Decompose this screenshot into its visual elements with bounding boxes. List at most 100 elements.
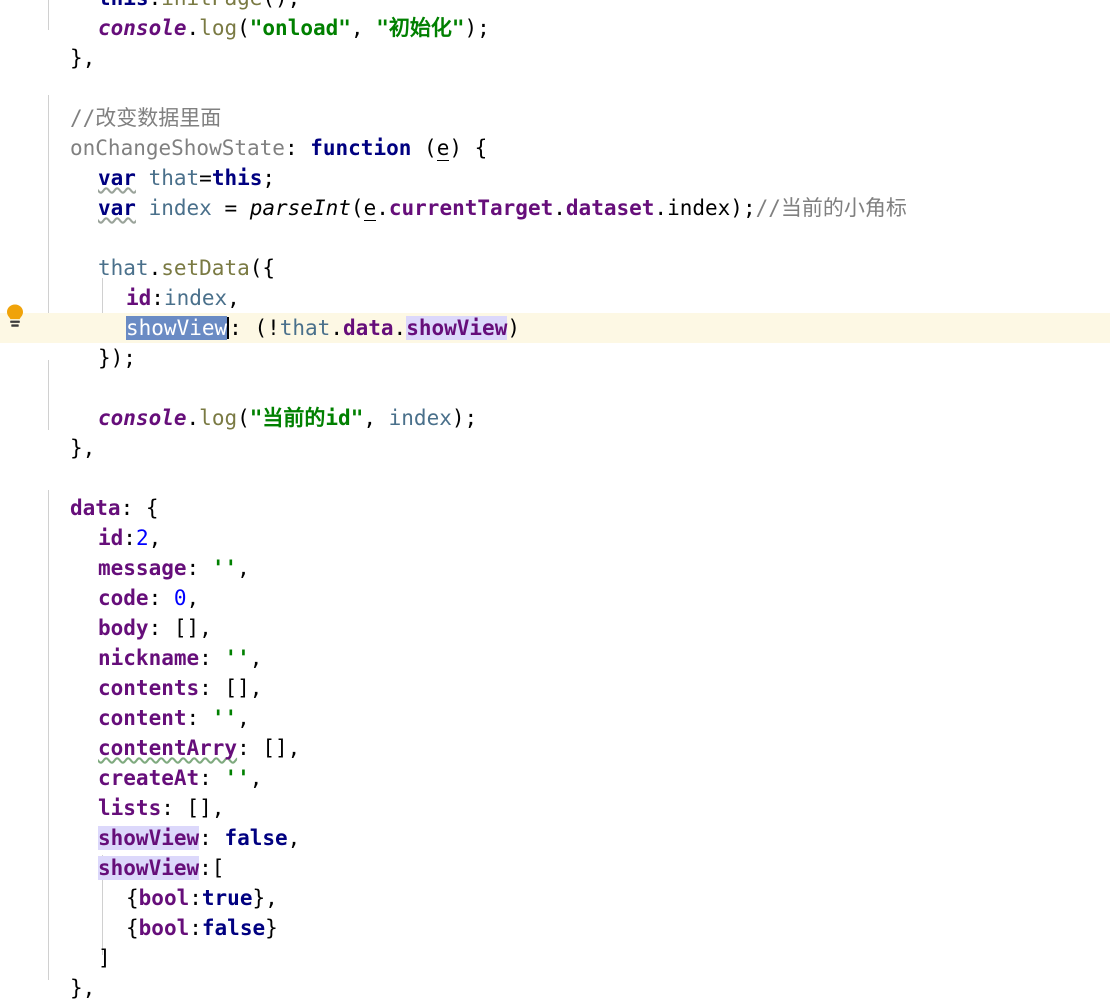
code-line-content: showView: false, bbox=[38, 826, 300, 850]
code-line-content: }); bbox=[38, 346, 136, 370]
code-line[interactable]: onChangeShowState: function (e) { bbox=[0, 133, 1110, 163]
code-line[interactable]: code: 0, bbox=[0, 583, 1110, 613]
code-line-content: console.log("onload", "初始化"); bbox=[38, 16, 490, 40]
code-line[interactable]: lists: [], bbox=[0, 793, 1110, 823]
token: code bbox=[98, 586, 149, 610]
token: var bbox=[98, 166, 136, 190]
token: }, bbox=[252, 886, 278, 910]
token: : bbox=[186, 556, 212, 580]
token: ] bbox=[98, 946, 111, 970]
token: ( bbox=[237, 16, 250, 40]
code-line[interactable]: console.log("当前的id", index); bbox=[0, 403, 1110, 433]
token: : { bbox=[120, 496, 159, 520]
token: initPage bbox=[161, 0, 262, 10]
code-line[interactable] bbox=[0, 373, 1110, 403]
token: contents bbox=[98, 676, 200, 700]
token: that bbox=[98, 256, 149, 280]
code-line-content: var that=this; bbox=[38, 166, 275, 190]
token: data bbox=[342, 316, 394, 340]
token: var bbox=[98, 196, 136, 220]
token: contentArry bbox=[98, 736, 238, 760]
code-line-content: that.setData({ bbox=[38, 256, 275, 280]
code-line-content: console.log("当前的id", index); bbox=[38, 406, 477, 430]
token: that bbox=[148, 166, 200, 190]
token: , bbox=[148, 526, 162, 550]
token: : [], bbox=[161, 796, 225, 820]
token: 2 bbox=[135, 526, 149, 550]
code-line[interactable]: var that=this; bbox=[0, 163, 1110, 193]
code-line-content bbox=[38, 76, 42, 100]
code-line[interactable]: showView: false, bbox=[0, 823, 1110, 853]
code-line[interactable]: }, bbox=[0, 433, 1110, 463]
code-line[interactable]: createAt: '', bbox=[0, 763, 1110, 793]
token: }, bbox=[70, 976, 96, 1000]
token: : bbox=[199, 766, 225, 790]
token: :[ bbox=[199, 856, 225, 880]
code-line[interactable]: {bool:true}, bbox=[0, 883, 1110, 913]
token: '' bbox=[224, 646, 250, 670]
code-line[interactable]: body: [], bbox=[0, 613, 1110, 643]
code-line[interactable] bbox=[0, 463, 1110, 493]
code-line[interactable]: data: { bbox=[0, 493, 1110, 523]
code-line[interactable]: }); bbox=[0, 343, 1110, 373]
code-line[interactable]: message: '', bbox=[0, 553, 1110, 583]
code-line[interactable]: id:2, bbox=[0, 523, 1110, 553]
token: . bbox=[149, 0, 162, 10]
code-line[interactable]: contentArry: [], bbox=[0, 733, 1110, 763]
token: setData bbox=[161, 256, 250, 280]
token: '' bbox=[211, 556, 238, 580]
code-line[interactable] bbox=[0, 223, 1110, 253]
code-line[interactable]: var index = parseInt(e.currentTarget.dat… bbox=[0, 193, 1110, 223]
code-line[interactable]: }, bbox=[0, 973, 1110, 1003]
token: message bbox=[98, 556, 187, 580]
code-lines[interactable]: this.initPage(); console.log("onload", "初… bbox=[0, 0, 1110, 1003]
code-line-content: onChangeShowState: function (e) { bbox=[38, 136, 488, 161]
code-line[interactable]: }, bbox=[0, 43, 1110, 73]
code-line-content bbox=[38, 466, 42, 490]
code-line[interactable] bbox=[0, 73, 1110, 103]
token: . bbox=[553, 196, 566, 220]
token: showView bbox=[126, 316, 228, 340]
code-line-content bbox=[38, 376, 42, 400]
token: . bbox=[186, 406, 200, 430]
token: e bbox=[363, 196, 377, 221]
code-line[interactable]: showView: (!that.data.showView) bbox=[0, 313, 1110, 343]
code-line[interactable]: nickname: '', bbox=[0, 643, 1110, 673]
code-line-content: }, bbox=[38, 976, 95, 1000]
lightbulb-icon[interactable] bbox=[4, 303, 26, 329]
token: }); bbox=[98, 346, 136, 370]
token: . bbox=[186, 16, 200, 40]
token: true bbox=[201, 886, 253, 910]
code-line[interactable]: console.log("onload", "初始化"); bbox=[0, 13, 1110, 43]
code-line[interactable]: {bool:false} bbox=[0, 913, 1110, 943]
token: function bbox=[310, 136, 412, 160]
code-line[interactable]: id:index, bbox=[0, 283, 1110, 313]
token: body bbox=[98, 616, 149, 640]
code-line-content: content: '', bbox=[38, 706, 250, 730]
code-line[interactable]: //改变数据里面 bbox=[0, 103, 1110, 133]
token: : [], bbox=[148, 616, 212, 640]
token: bool bbox=[138, 886, 190, 910]
token: ( bbox=[350, 196, 364, 220]
token: currentTarget bbox=[388, 196, 554, 220]
code-line[interactable]: this.initPage(); bbox=[0, 0, 1110, 13]
code-line-content: showView: (!that.data.showView) bbox=[38, 316, 520, 340]
token: index bbox=[163, 286, 228, 310]
code-line-content: nickname: '', bbox=[38, 646, 262, 670]
token: : bbox=[189, 886, 202, 910]
token: , bbox=[227, 286, 240, 310]
code-line[interactable]: ] bbox=[0, 943, 1110, 973]
code-editor[interactable]: this.initPage(); console.log("onload", "初… bbox=[0, 0, 1110, 1000]
token: nickname bbox=[98, 646, 200, 670]
token: : bbox=[284, 136, 311, 160]
token: createAt bbox=[98, 766, 200, 790]
code-line[interactable]: contents: [], bbox=[0, 673, 1110, 703]
code-line[interactable]: showView:[ bbox=[0, 853, 1110, 883]
token: ) { bbox=[449, 136, 488, 160]
token: ) bbox=[507, 316, 521, 340]
token: //当前的小角标 bbox=[755, 196, 907, 220]
token: id bbox=[126, 286, 152, 310]
code-line[interactable]: content: '', bbox=[0, 703, 1110, 733]
code-line[interactable]: that.setData({ bbox=[0, 253, 1110, 283]
